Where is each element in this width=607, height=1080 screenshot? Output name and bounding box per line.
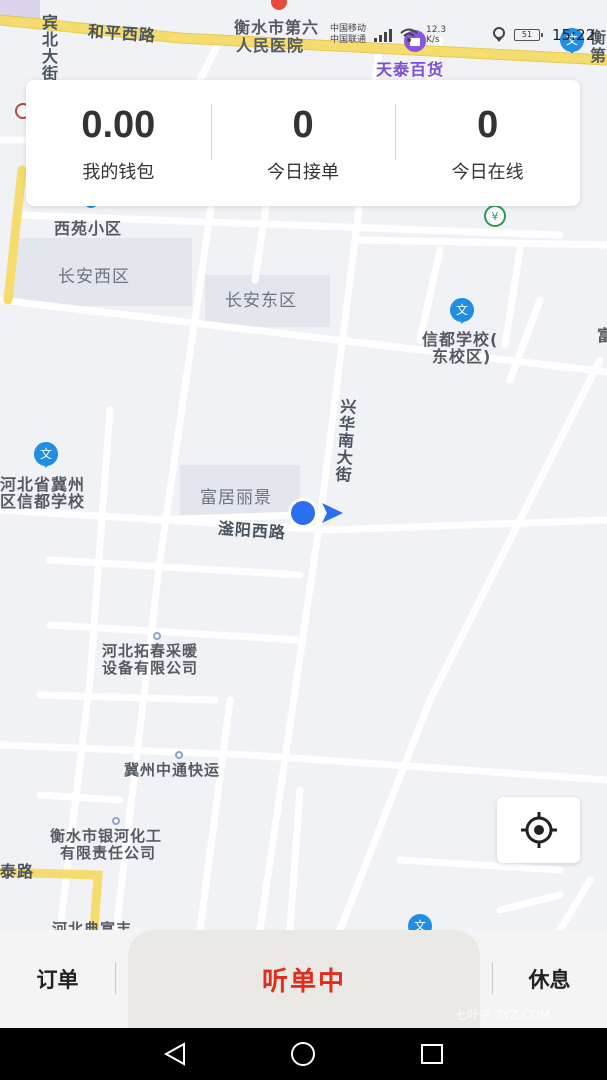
map-label-tuochun-2: 设备有限公司: [102, 659, 199, 677]
signal-icon: [374, 29, 393, 42]
map-label-tiantai: 天泰百货: [376, 60, 445, 79]
recents-icon[interactable]: [420, 1042, 444, 1066]
stat-today-online[interactable]: 0 今日在线: [395, 102, 580, 184]
stat-today-orders[interactable]: 0 今日接单: [210, 102, 396, 184]
school-pin-icon[interactable]: 文: [34, 442, 58, 468]
battery-icon: 51: [514, 29, 544, 41]
divider: [115, 962, 116, 994]
school-pin-icon[interactable]: 文: [450, 298, 474, 324]
wifi-icon: [400, 28, 418, 42]
watermark: 七叶子 7YZ.COM: [455, 1008, 550, 1022]
locate-me-button[interactable]: [497, 797, 580, 863]
stats-card: 0.00 我的钱包 0 今日接单 0 今日在线: [26, 80, 580, 206]
network-speed: 12.3 K/s: [426, 25, 447, 45]
poi-dot-icon[interactable]: [112, 817, 120, 825]
poi-dot-icon[interactable]: [153, 632, 161, 640]
status-bar: 中国移动 中国联通 12.3 K/s 51 15:22: [330, 24, 595, 46]
poi-dot-icon[interactable]: [175, 751, 183, 759]
map-label-fuju-lijing: 富居丽景: [200, 488, 272, 508]
crosshair-icon: [520, 812, 557, 848]
location-status-icon: [493, 27, 506, 42]
carrier-1: 中国移动: [330, 24, 367, 34]
map-label-changan-east: 长安东区: [225, 291, 297, 311]
map-label-hebei-school-2: 区信都学校: [0, 492, 86, 511]
current-location-marker: [288, 498, 343, 528]
hospital-pin-icon[interactable]: [268, 0, 290, 14]
home-icon[interactable]: [288, 1042, 318, 1066]
today-orders-value: 0: [292, 104, 314, 146]
orders-button[interactable]: 订单: [0, 930, 115, 1028]
map-label-xindu-school-2: 东校区): [432, 347, 492, 366]
today-online-value: 0: [477, 104, 499, 146]
back-icon[interactable]: [162, 1042, 188, 1066]
svg-text:¥: ¥: [492, 210, 499, 223]
today-orders-label: 今日接单: [267, 162, 339, 183]
map-label-heping-road: 和平西路: [87, 21, 157, 46]
map-label-xiyuan: 西苑小区: [54, 219, 123, 238]
map-label-tai-road: 泰路: [0, 862, 35, 881]
today-online-label: 今日在线: [451, 162, 524, 183]
map-label-fuyang-road: 滏阳西路: [217, 518, 287, 543]
carrier-2: 中国联通: [330, 35, 367, 45]
wallet-value: 0.00: [81, 104, 156, 146]
carrier-info: 中国移动 中国联通: [330, 24, 366, 46]
map-label-zhongtong: 冀州中通快运: [124, 761, 221, 779]
map-label-yinhe-2: 有限责任公司: [60, 844, 157, 862]
listening-button[interactable]: 听单中: [128, 930, 480, 1028]
bank-poi-icon[interactable]: ¥: [484, 205, 506, 227]
wallet-label: 我的钱包: [82, 162, 155, 183]
system-nav-bar: [0, 1028, 607, 1080]
map-label-fu-right: 富: [597, 326, 607, 345]
stat-wallet[interactable]: 0.00 我的钱包: [26, 102, 211, 184]
clock: 15:22: [552, 26, 596, 44]
map-label-changan-west: 长安西区: [58, 267, 130, 287]
map-label-hospital-2: 人民医院: [236, 36, 305, 55]
map-label-binbei-street: 宾北大街: [39, 14, 58, 82]
